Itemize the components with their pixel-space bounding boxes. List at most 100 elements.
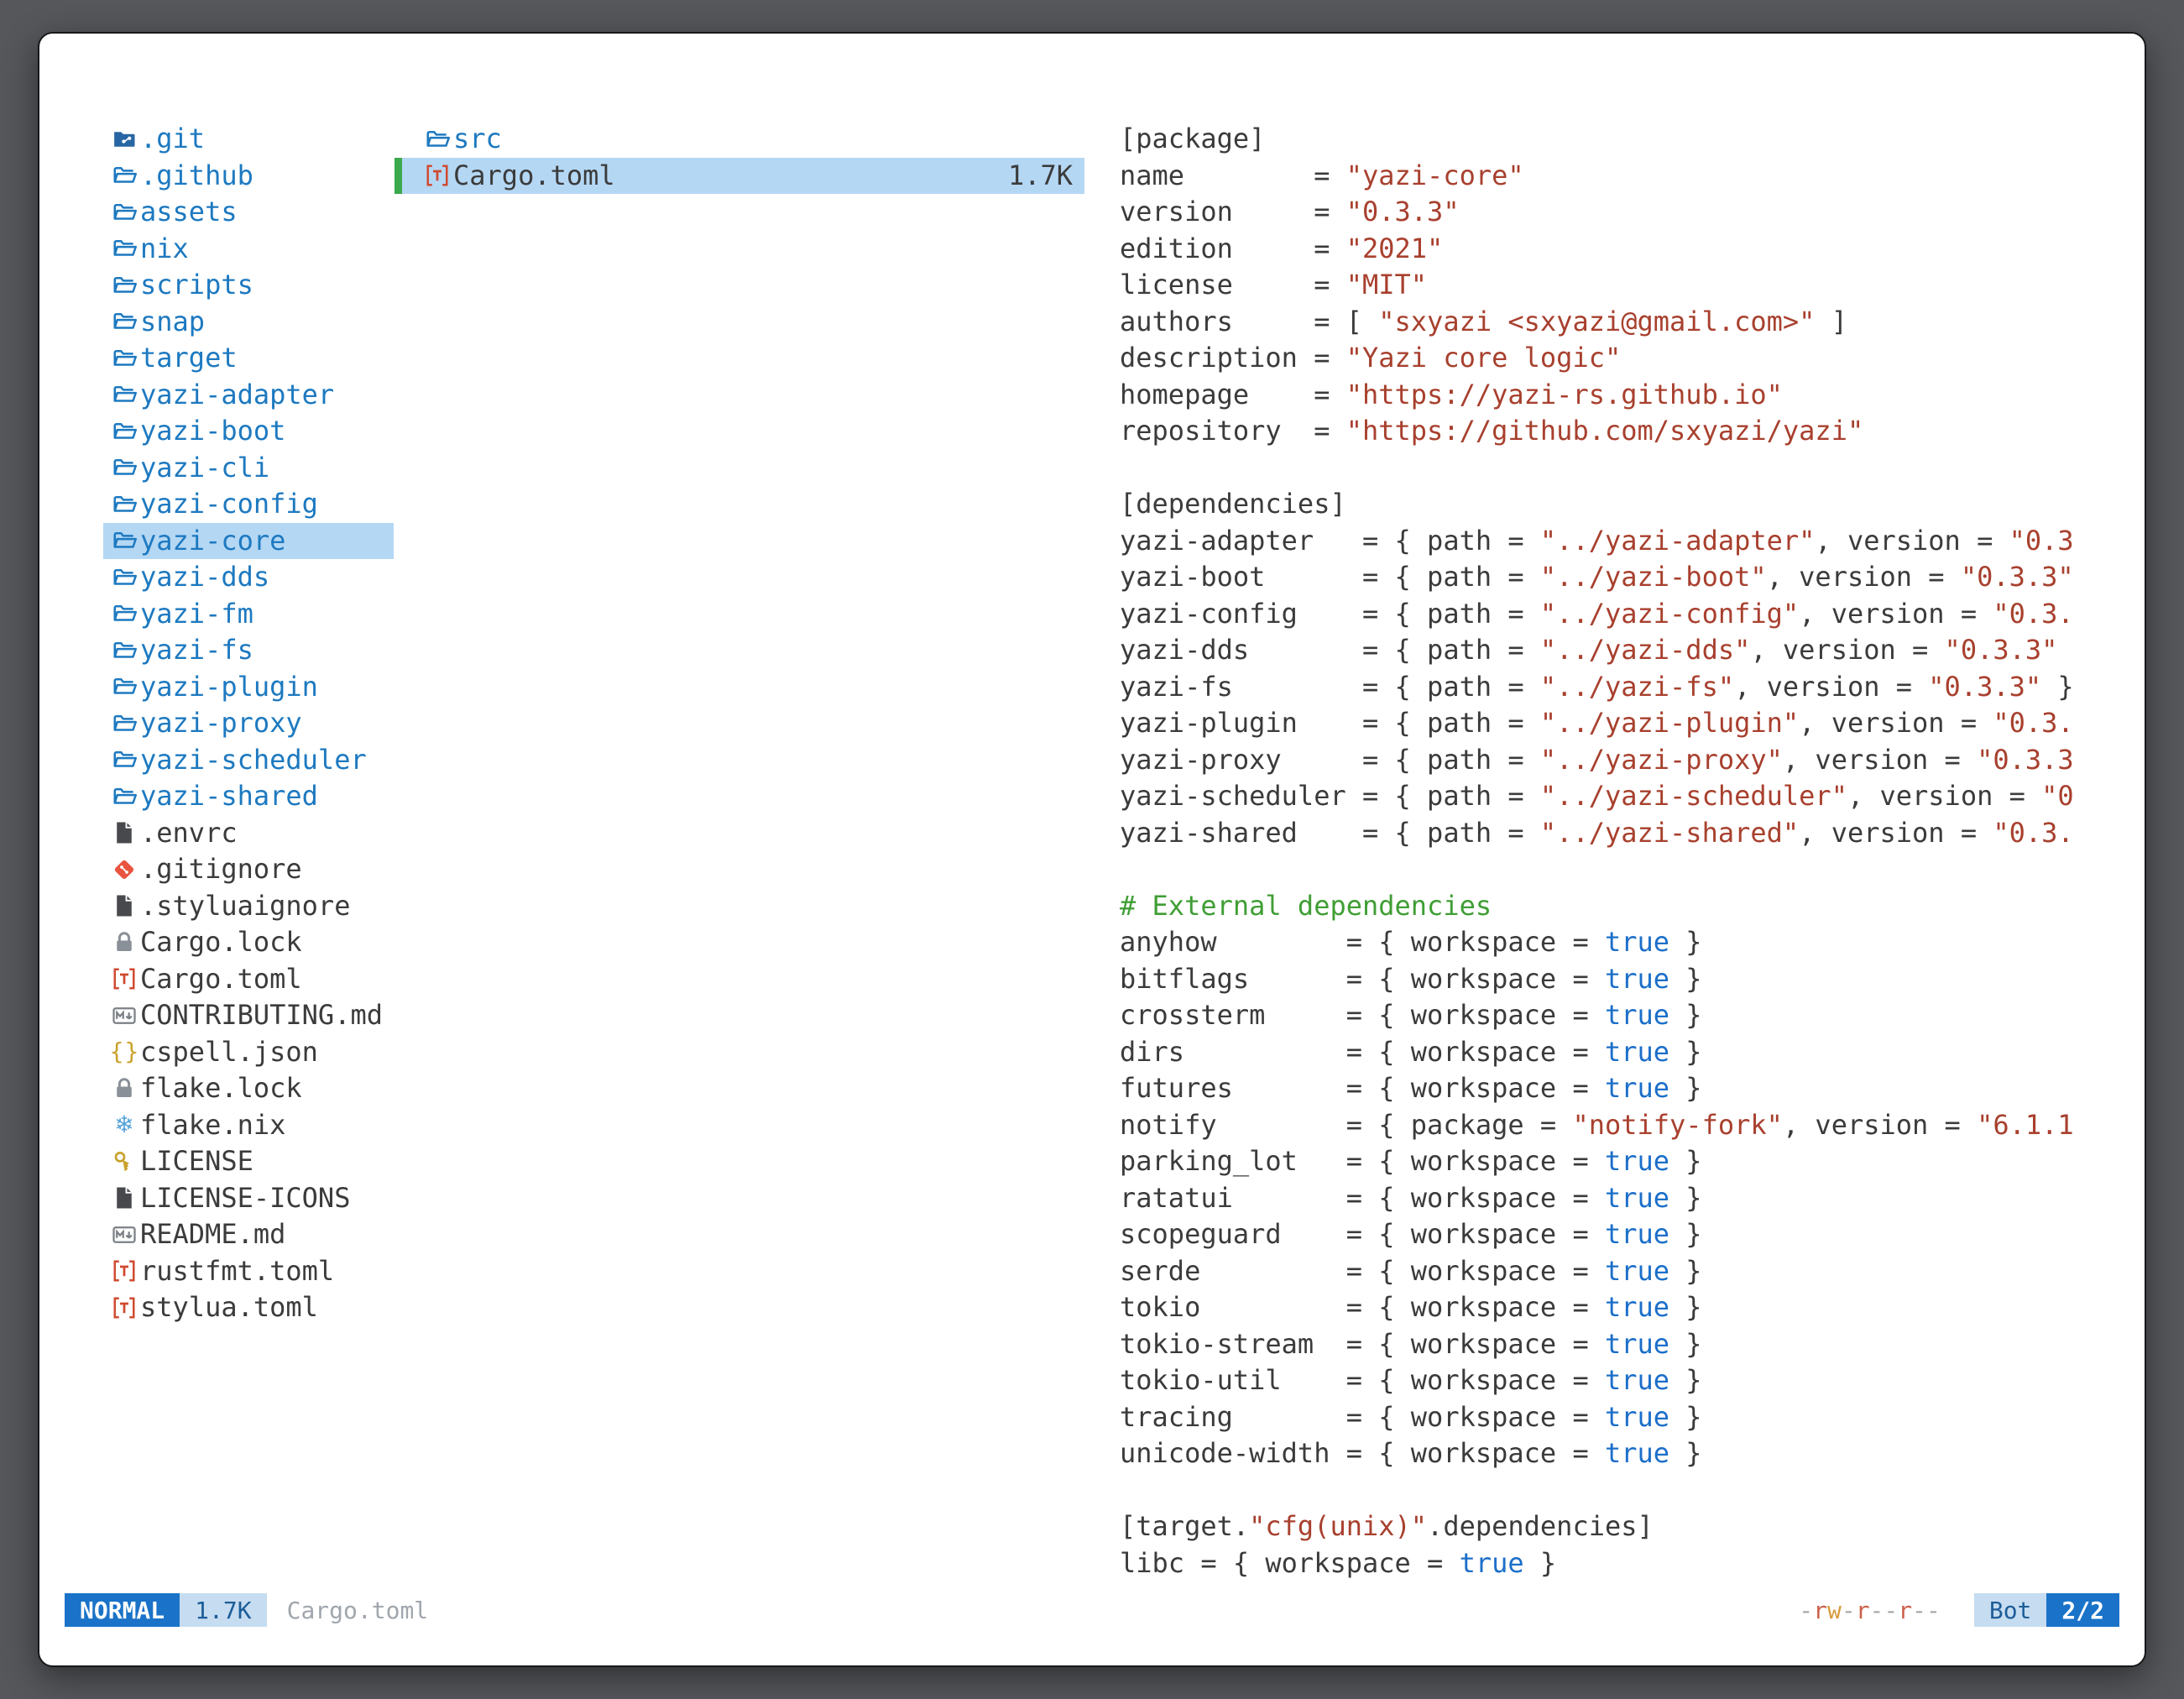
preview-line: libc = { workspace = true } [1120, 1545, 2119, 1582]
folder-icon [108, 565, 140, 590]
preview-line [1120, 851, 2119, 888]
dir-entry-yazi-core[interactable]: yazi-core [103, 523, 394, 560]
entry-label: LICENSE [140, 1143, 253, 1180]
preview-line: parking_lot = { workspace = true } [1120, 1143, 2119, 1180]
file-entry-rustfmt.toml[interactable]: rustfmt.toml [103, 1253, 394, 1290]
toml-icon [421, 163, 453, 188]
entry-label: .git [140, 121, 205, 158]
dir-entry-yazi-fm[interactable]: yazi-fm [103, 596, 394, 633]
file-entry-flake.nix[interactable]: ❄flake.nix [103, 1107, 394, 1144]
preview-line: homepage = "https://yazi-rs.github.io" [1120, 377, 2119, 414]
entry-label: .gitignore [140, 851, 302, 888]
file-entry-flake.lock[interactable]: flake.lock [103, 1070, 394, 1107]
lock-icon [108, 1076, 140, 1101]
folder-icon [108, 528, 140, 553]
preview-line: ratatui = { workspace = true } [1120, 1180, 2119, 1217]
entry-label: flake.nix [140, 1107, 285, 1144]
entry-label: yazi-plugin [140, 669, 318, 706]
file-icon [108, 820, 140, 845]
folder-icon [108, 601, 140, 626]
entry-label: nix [140, 231, 189, 268]
file-size-badge: 1.7K [180, 1593, 266, 1627]
entry-label: yazi-boot [140, 413, 285, 450]
current-pane: srcCargo.toml1.7K [394, 121, 1084, 194]
file-entry-.envrc[interactable]: .envrc [103, 815, 394, 852]
parent-pane: .git.githubassetsnixscriptssnaptargetyaz… [103, 121, 394, 1326]
status-bar: NORMAL 1.7K Cargo.toml -rw-r--r-- Bot 2/… [65, 1593, 2119, 1627]
file-entry-README.md[interactable]: README.md [103, 1216, 394, 1253]
preview-line: yazi-proxy = { path = "../yazi-proxy", v… [1120, 742, 2119, 779]
entry-label: yazi-dds [140, 559, 269, 596]
dir-entry-yazi-scheduler[interactable]: yazi-scheduler [103, 742, 394, 779]
file-icon [108, 1185, 140, 1210]
folder-icon [108, 492, 140, 517]
preview-line: version = "0.3.3" [1120, 194, 2119, 231]
file-entry-Cargo.toml[interactable]: Cargo.toml [103, 961, 394, 998]
dir-entry-target[interactable]: target [103, 340, 394, 377]
terminal-window: .git.githubassetsnixscriptssnaptargetyaz… [38, 32, 2146, 1667]
gitignore-icon [108, 857, 140, 882]
entry-label: rustfmt.toml [140, 1253, 334, 1290]
folder-icon [108, 455, 140, 480]
preview-pane: [package]name = "yazi-core"version = "0.… [1120, 121, 2119, 1581]
mode-indicator: NORMAL [65, 1593, 180, 1627]
scroll-position-badge: Bot [1974, 1593, 2047, 1627]
preview-line: yazi-shared = { path = "../yazi-shared",… [1120, 815, 2119, 852]
folder-icon [108, 273, 140, 298]
dir-entry-.github[interactable]: .github [103, 158, 394, 195]
folder-icon [108, 382, 140, 407]
dir-entry-yazi-fs[interactable]: yazi-fs [103, 632, 394, 669]
entry-label: yazi-adapter [140, 377, 334, 414]
preview-line: name = "yazi-core" [1120, 158, 2119, 195]
preview-line: edition = "2021" [1120, 231, 2119, 268]
file-entry-LICENSE-ICONS[interactable]: LICENSE-ICONS [103, 1180, 394, 1217]
dir-entry-scripts[interactable]: scripts [103, 267, 394, 304]
preview-line: tokio-stream = { workspace = true } [1120, 1326, 2119, 1363]
preview-line: futures = { workspace = true } [1120, 1070, 2119, 1107]
dir-entry-snap[interactable]: snap [103, 304, 394, 341]
file-entry-CONTRIBUTING.md[interactable]: CONTRIBUTING.md [103, 997, 394, 1034]
entry-label: .github [140, 158, 253, 195]
entry-label: assets [140, 194, 238, 231]
entry-label: yazi-core [140, 523, 285, 560]
key-icon [108, 1149, 140, 1174]
preview-line: [target."cfg(unix)".dependencies] [1120, 1508, 2119, 1545]
entry-label: yazi-fm [140, 596, 253, 633]
preview-line: yazi-plugin = { path = "../yazi-plugin",… [1120, 705, 2119, 742]
folder-icon [108, 638, 140, 663]
file-entry-cspell.json[interactable]: {}cspell.json [103, 1034, 394, 1071]
dir-entry-yazi-adapter[interactable]: yazi-adapter [103, 377, 394, 414]
file-entry-Cargo.toml[interactable]: Cargo.toml1.7K [394, 158, 1084, 195]
preview-line: bitflags = { workspace = true } [1120, 961, 2119, 998]
dir-entry-src[interactable]: src [394, 121, 1084, 158]
preview-line: repository = "https://github.com/sxyazi/… [1120, 413, 2119, 450]
dir-entry-yazi-shared[interactable]: yazi-shared [103, 778, 394, 815]
entry-label: LICENSE-ICONS [140, 1180, 350, 1217]
dir-entry-yazi-cli[interactable]: yazi-cli [103, 450, 394, 487]
selected-row-accent-bar [394, 158, 402, 195]
preview-line: yazi-scheduler = { path = "../yazi-sched… [1120, 778, 2119, 815]
dir-entry-nix[interactable]: nix [103, 231, 394, 268]
file-entry-stylua.toml[interactable]: stylua.toml [103, 1289, 394, 1326]
dir-entry-yazi-config[interactable]: yazi-config [103, 486, 394, 523]
entry-label: yazi-proxy [140, 705, 302, 742]
file-entry-.gitignore[interactable]: .gitignore [103, 851, 394, 888]
dir-entry-yazi-boot[interactable]: yazi-boot [103, 413, 394, 450]
folder-icon [108, 346, 140, 371]
status-filename: Cargo.toml [287, 1593, 429, 1627]
lock-icon [108, 930, 140, 955]
preview-line: [dependencies] [1120, 486, 2119, 523]
file-entry-.styluaignore[interactable]: .styluaignore [103, 888, 394, 925]
preview-line: [package] [1120, 121, 2119, 158]
dir-entry-yazi-plugin[interactable]: yazi-plugin [103, 669, 394, 706]
dir-entry-yazi-proxy[interactable]: yazi-proxy [103, 705, 394, 742]
file-entry-LICENSE[interactable]: LICENSE [103, 1143, 394, 1180]
dir-entry-yazi-dds[interactable]: yazi-dds [103, 559, 394, 596]
file-entry-Cargo.lock[interactable]: Cargo.lock [103, 924, 394, 961]
gitfolder-icon [108, 127, 140, 152]
dir-entry-.git[interactable]: .git [103, 121, 394, 158]
nix-icon: ❄ [108, 1112, 140, 1137]
dir-entry-assets[interactable]: assets [103, 194, 394, 231]
entry-label: stylua.toml [140, 1289, 318, 1326]
preview-line [1120, 1472, 2119, 1509]
